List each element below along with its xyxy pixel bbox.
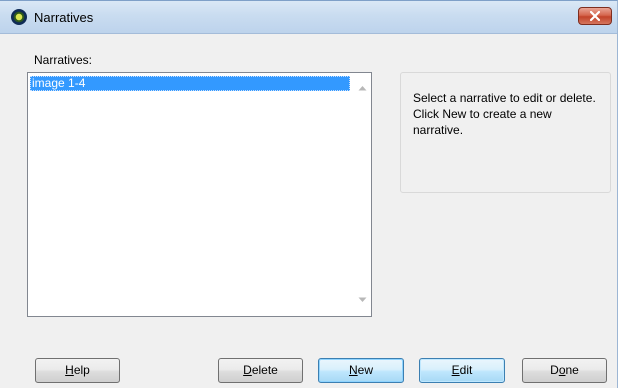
- narratives-label: Narratives:: [34, 53, 93, 67]
- help-button[interactable]: Help: [35, 358, 120, 383]
- narratives-dialog: Narratives Narratives: image 1-4 Select …: [0, 0, 618, 388]
- list-item[interactable]: image 1-4: [30, 76, 350, 91]
- edit-button[interactable]: Edit: [419, 358, 505, 383]
- vertical-scrollbar[interactable]: [354, 73, 371, 316]
- app-icon: [11, 9, 27, 25]
- new-button[interactable]: New: [318, 358, 404, 383]
- scroll-down-arrow-icon[interactable]: [358, 297, 367, 303]
- scroll-up-arrow-icon[interactable]: [358, 85, 367, 91]
- close-icon: [590, 11, 600, 21]
- window-title: Narratives: [34, 10, 94, 25]
- close-button[interactable]: [578, 7, 612, 25]
- delete-button[interactable]: Delete: [218, 358, 303, 383]
- instructions-text: Select a narrative to edit or delete. Cl…: [413, 91, 596, 137]
- done-button[interactable]: Done: [522, 358, 607, 383]
- title-bar[interactable]: Narratives: [0, 1, 617, 34]
- narratives-listbox[interactable]: image 1-4: [27, 72, 372, 317]
- info-panel: Select a narrative to edit or delete. Cl…: [400, 72, 611, 193]
